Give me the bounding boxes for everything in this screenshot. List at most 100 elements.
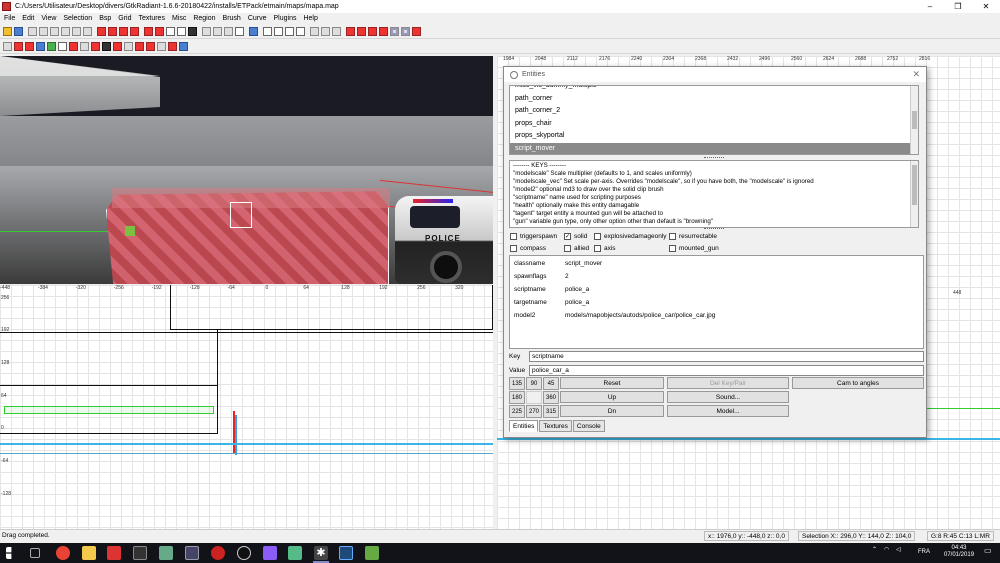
file-explorer-icon[interactable] bbox=[82, 546, 96, 560]
notifications-icon[interactable]: ▭ bbox=[984, 546, 992, 555]
entities-dialog-titlebar[interactable]: Entities ✕ bbox=[504, 67, 926, 82]
make-room-icon[interactable] bbox=[177, 27, 186, 36]
description-scrollbar[interactable] bbox=[910, 161, 918, 227]
terminal-icon[interactable] bbox=[133, 546, 147, 560]
close-button[interactable]: ✕ bbox=[972, 0, 1000, 13]
rotate-x-icon[interactable] bbox=[39, 27, 48, 36]
filter-circle-icon[interactable] bbox=[58, 42, 67, 51]
csg-subtract-icon[interactable] bbox=[144, 27, 153, 36]
select-partial-tall-icon[interactable] bbox=[119, 27, 128, 36]
list-item[interactable]: path_corner bbox=[510, 93, 918, 106]
checkbox[interactable] bbox=[564, 245, 571, 252]
steam-icon[interactable] bbox=[237, 546, 251, 560]
filter-water-icon[interactable] bbox=[146, 42, 155, 51]
view-xy-icon[interactable] bbox=[263, 27, 272, 36]
filter-detail-icon[interactable] bbox=[47, 42, 56, 51]
rotate-icon[interactable] bbox=[332, 27, 341, 36]
cam-to-angles-button[interactable]: Cam to angles bbox=[792, 377, 924, 389]
make-hollow-icon[interactable] bbox=[166, 27, 175, 36]
checkbox[interactable] bbox=[510, 233, 517, 240]
key-input[interactable]: scriptname bbox=[529, 350, 924, 362]
chrome-icon[interactable] bbox=[56, 546, 70, 560]
model-button[interactable]: Model... bbox=[667, 405, 789, 417]
angle-180-button[interactable]: 180 bbox=[509, 391, 525, 404]
angle-135-button[interactable]: 135 bbox=[509, 377, 525, 390]
list-item[interactable]: path_corner_2 bbox=[510, 105, 918, 118]
tab-console[interactable]: Console bbox=[572, 420, 605, 432]
list-item[interactable]: props_skyportal bbox=[510, 130, 918, 143]
drag-edges-icon[interactable] bbox=[390, 27, 399, 36]
translate-icon[interactable] bbox=[321, 27, 330, 36]
checkbox[interactable] bbox=[594, 233, 601, 240]
select-touching-icon[interactable] bbox=[108, 27, 117, 36]
angle-225-button[interactable]: 225 bbox=[509, 405, 525, 418]
app-icon[interactable] bbox=[288, 546, 302, 560]
property-row[interactable]: model2 models/mapobjects/autods/police_ca… bbox=[510, 309, 923, 322]
menu-curve[interactable]: Curve bbox=[248, 15, 267, 22]
wifi-icon[interactable]: ◠ bbox=[884, 546, 889, 553]
menu-selection[interactable]: Selection bbox=[63, 15, 92, 22]
radiant-taskbar-icon[interactable]: ✱ bbox=[314, 546, 328, 560]
save-icon[interactable] bbox=[14, 27, 23, 36]
maximize-button[interactable]: ❐ bbox=[944, 0, 972, 13]
selected-face[interactable] bbox=[230, 202, 252, 228]
angle-315-button[interactable]: 315 bbox=[543, 405, 559, 418]
angle-45-button[interactable]: 45 bbox=[543, 377, 559, 390]
csg-merge-icon[interactable] bbox=[155, 27, 164, 36]
volume-icon[interactable]: ◁ bbox=[896, 546, 901, 553]
cubic-clip-icon[interactable] bbox=[213, 27, 222, 36]
flip-x-icon[interactable] bbox=[28, 27, 37, 36]
patch-bend-icon[interactable] bbox=[357, 27, 366, 36]
filter-triggers-icon[interactable] bbox=[135, 42, 144, 51]
entity-class-list[interactable]: misc_vis_dummy_multiple path_corner path… bbox=[509, 85, 919, 155]
checkbox[interactable] bbox=[669, 245, 676, 252]
select-inside-icon[interactable] bbox=[130, 27, 139, 36]
key-value-list[interactable]: classname script_mover spawnflags 2 script… bbox=[509, 255, 924, 349]
texture-lock-icon[interactable] bbox=[188, 27, 197, 36]
flag-explosivedamageonly[interactable]: explosivedamageonly bbox=[594, 233, 667, 240]
menu-region[interactable]: Region bbox=[193, 15, 215, 22]
minimize-button[interactable]: – bbox=[916, 0, 944, 13]
list-item[interactable]: props_chair bbox=[510, 118, 918, 131]
camera-3d-view[interactable]: POLICE bbox=[0, 56, 493, 284]
menu-view[interactable]: View bbox=[41, 15, 56, 22]
network-icon[interactable]: ⌃ bbox=[872, 546, 877, 553]
patch-icon[interactable] bbox=[346, 27, 355, 36]
menu-misc[interactable]: Misc bbox=[172, 15, 186, 22]
grid-icon[interactable] bbox=[3, 42, 12, 51]
filter-patches-icon[interactable] bbox=[113, 42, 122, 51]
checkbox[interactable] bbox=[594, 245, 601, 252]
filter-world-icon[interactable] bbox=[168, 42, 177, 51]
value-input[interactable]: police_car_a bbox=[529, 364, 924, 376]
menu-edit[interactable]: Edit bbox=[22, 15, 34, 22]
show-bounds-icon[interactable] bbox=[412, 27, 421, 36]
menu-file[interactable]: File bbox=[4, 15, 15, 22]
property-row[interactable]: scriptname police_a bbox=[510, 283, 923, 296]
selected-brush-xy[interactable] bbox=[4, 406, 214, 414]
property-row[interactable]: classname script_mover bbox=[510, 257, 923, 270]
filter-brushes-icon[interactable] bbox=[14, 42, 23, 51]
menu-bsp[interactable]: Bsp bbox=[99, 15, 111, 22]
flip-y-icon[interactable] bbox=[50, 27, 59, 36]
list-item[interactable]: misc_vis_dummy_multiple bbox=[510, 86, 918, 93]
filter-entities-icon[interactable] bbox=[69, 42, 78, 51]
task-view-icon[interactable] bbox=[30, 548, 40, 558]
tab-textures[interactable]: Textures bbox=[539, 420, 572, 432]
app-icon[interactable] bbox=[211, 546, 225, 560]
app-icon[interactable] bbox=[365, 546, 379, 560]
camera-view-icon[interactable] bbox=[202, 27, 211, 36]
flip-z-icon[interactable] bbox=[72, 27, 81, 36]
checkbox-checked[interactable]: ✓ bbox=[564, 233, 571, 240]
select-complete-tall-icon[interactable] bbox=[97, 27, 106, 36]
property-row[interactable]: targetname police_a bbox=[510, 296, 923, 309]
filter-lights-icon[interactable] bbox=[91, 42, 100, 51]
texture-window-icon[interactable] bbox=[235, 27, 244, 36]
flag-resurrectable[interactable]: resurrectable bbox=[669, 233, 717, 240]
menu-brush[interactable]: Brush bbox=[223, 15, 241, 22]
filter-paths-icon[interactable] bbox=[124, 42, 133, 51]
class-list-scrollbar[interactable] bbox=[910, 86, 918, 154]
flag-triggerspawn[interactable]: triggerspawn bbox=[510, 233, 557, 240]
visual-studio-icon[interactable] bbox=[339, 546, 353, 560]
sound-button[interactable]: Sound... bbox=[667, 391, 789, 403]
app-icon[interactable] bbox=[263, 546, 277, 560]
